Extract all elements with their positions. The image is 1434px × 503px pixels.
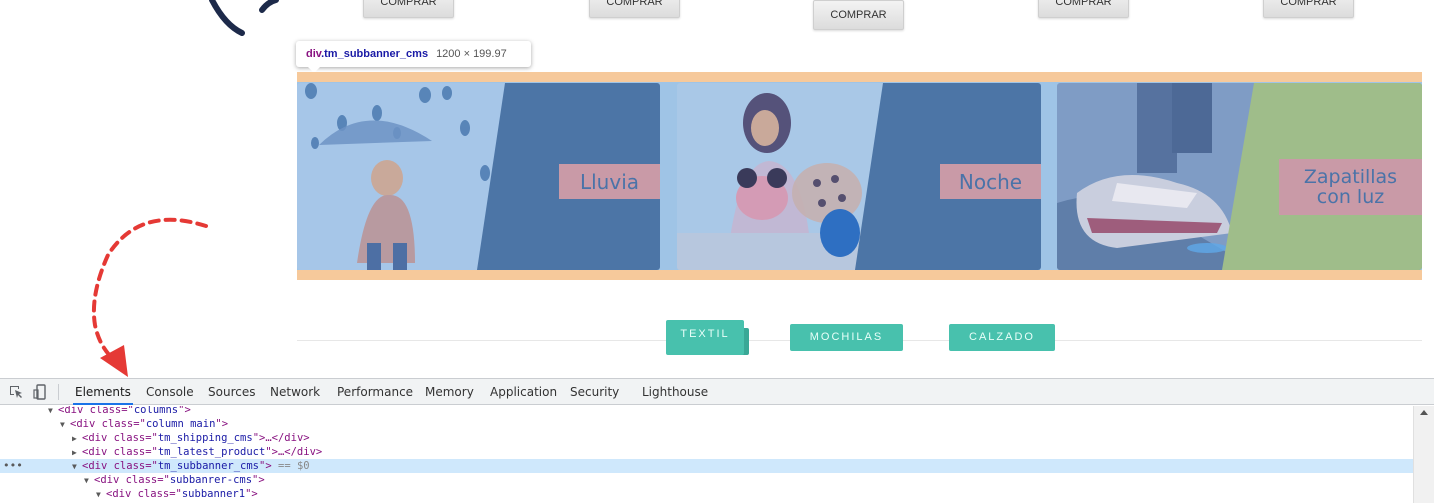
decorative-curve-graphic — [209, 0, 279, 36]
dom-selected-marker: == $0 — [278, 460, 310, 472]
tooltip-tag: div — [306, 48, 322, 60]
dom-attr-value: tm_shipping_cms — [157, 432, 253, 444]
dom-tag-close: "> — [245, 488, 258, 500]
dom-tag-open: <div class=" — [106, 488, 182, 500]
banner-label-line2: con luz — [1316, 186, 1385, 208]
banner-card-lluvia[interactable]: Lluvia — [297, 83, 660, 270]
expand-triangle-icon[interactable]: ▶ — [72, 432, 82, 446]
tab-security[interactable]: Security — [570, 379, 619, 405]
banner-label-line1: Zapatillas — [1303, 166, 1398, 188]
banner-label-lluvia: Lluvia — [559, 164, 660, 199]
collapse-triangle-icon[interactable]: ▼ — [72, 460, 82, 474]
dom-row[interactable]: ▶ <div class="tm_latest_product">…</div> — [0, 445, 1413, 459]
dom-tag-close: ">…</div> — [252, 432, 310, 444]
dom-row[interactable]: ▼ <div class="subbanrer-cms"> — [0, 473, 1413, 487]
dom-tree: ▼ <div class="columns"> ▼ <div class="colu… — [0, 406, 1413, 503]
dom-row[interactable]: ▼ <div class="subbanner1"> — [0, 487, 1413, 501]
tooltip-selector: div.tm_subbanner_cms — [306, 48, 428, 60]
inspect-element-icon[interactable] — [8, 384, 24, 400]
dom-row-selected[interactable]: ••• ▼ <div class="tm_subbanner_cms"> == $… — [0, 459, 1413, 473]
tab-textil[interactable]: TEXTIL — [666, 320, 744, 355]
dom-row[interactable]: ▼ <div class="column main"> — [0, 417, 1413, 431]
dom-attr-value: subbanner1 — [181, 488, 246, 500]
web-page: COMPRAR COMPRAR COMPRAR COMPRAR COMPRAR … — [0, 0, 1434, 378]
device-toolbar-icon[interactable] — [32, 384, 48, 400]
tab-sources[interactable]: Sources — [208, 379, 255, 405]
banner-card-noche[interactable]: Noche — [677, 83, 1041, 270]
tab-elements[interactable]: Elements — [73, 379, 133, 405]
tab-lighthouse[interactable]: Lighthouse — [642, 379, 708, 405]
dom-tag-open: <div class=" — [82, 460, 158, 472]
toolbar-divider — [58, 384, 59, 400]
collapse-triangle-icon[interactable]: ▼ — [60, 418, 70, 432]
tab-console[interactable]: Console — [146, 379, 194, 405]
tab-memory[interactable]: Memory — [425, 379, 474, 405]
dom-attr-value: column main — [145, 418, 216, 430]
devtools-toolbar: Elements Console Sources Network Perform… — [0, 379, 1434, 405]
tab-application[interactable]: Application — [490, 379, 557, 405]
collapse-triangle-icon[interactable]: ▼ — [96, 488, 106, 502]
dom-tag-open: <div class=" — [82, 446, 158, 458]
tab-network[interactable]: Network — [270, 379, 320, 405]
tab-mochilas[interactable]: MOCHILAS — [790, 324, 903, 351]
dom-attr-value: columns — [133, 406, 179, 416]
tooltip-class: .tm_subbanner_cms — [321, 48, 429, 60]
dom-row[interactable]: ▶ <div class="tm_shipping_cms">…</div> — [0, 431, 1413, 445]
dom-attr-value: tm_latest_product — [157, 446, 266, 458]
more-options-icon[interactable]: ••• — [3, 459, 23, 473]
dom-tree-scrollbar[interactable] — [1413, 406, 1434, 503]
tooltip-dimensions: 1200 × 199.97 — [436, 48, 507, 60]
tab-performance[interactable]: Performance — [337, 379, 413, 405]
dom-tag-close: "> — [252, 474, 265, 486]
dom-tag-close: ">…</div> — [265, 446, 323, 458]
dom-attr-value: tm_subbanner_cms — [157, 460, 260, 472]
expand-triangle-icon[interactable]: ▶ — [72, 446, 82, 460]
dom-row[interactable]: ▼ <div class="columns"> — [0, 406, 1413, 417]
banner-card-zapatillas[interactable]: Zapatillas con luz — [1057, 83, 1422, 270]
dom-tag-open: <div class=" — [70, 418, 146, 430]
dom-tag-open: <div class=" — [94, 474, 170, 486]
dom-tag-open: <div class=" — [82, 432, 158, 444]
banner-label-zapatillas: Zapatillas con luz — [1279, 159, 1422, 215]
collapse-triangle-icon[interactable]: ▼ — [84, 474, 94, 488]
scroll-up-arrow-icon[interactable] — [1420, 410, 1428, 415]
buy-button-4[interactable]: COMPRAR — [1038, 0, 1129, 18]
buy-button-2[interactable]: COMPRAR — [589, 0, 680, 18]
buy-button-1[interactable]: COMPRAR — [363, 0, 454, 18]
dom-tag-open: <div class=" — [58, 406, 134, 416]
dom-attr-value: subbanrer-cms — [169, 474, 253, 486]
dom-tag-close: "> — [215, 418, 229, 430]
dom-tag-close: "> — [178, 406, 191, 416]
dom-tag-close: "> — [259, 460, 272, 472]
buy-button-5[interactable]: COMPRAR — [1263, 0, 1354, 18]
inspector-tooltip: div.tm_subbanner_cms 1200 × 199.97 — [296, 41, 531, 73]
tab-calzado[interactable]: CALZADO — [949, 324, 1055, 351]
banner-label-noche: Noche — [940, 164, 1041, 199]
devtools-panel: Elements Console Sources Network Perform… — [0, 378, 1434, 503]
annotation-arrow — [91, 217, 208, 377]
buy-button-3[interactable]: COMPRAR — [813, 0, 904, 30]
